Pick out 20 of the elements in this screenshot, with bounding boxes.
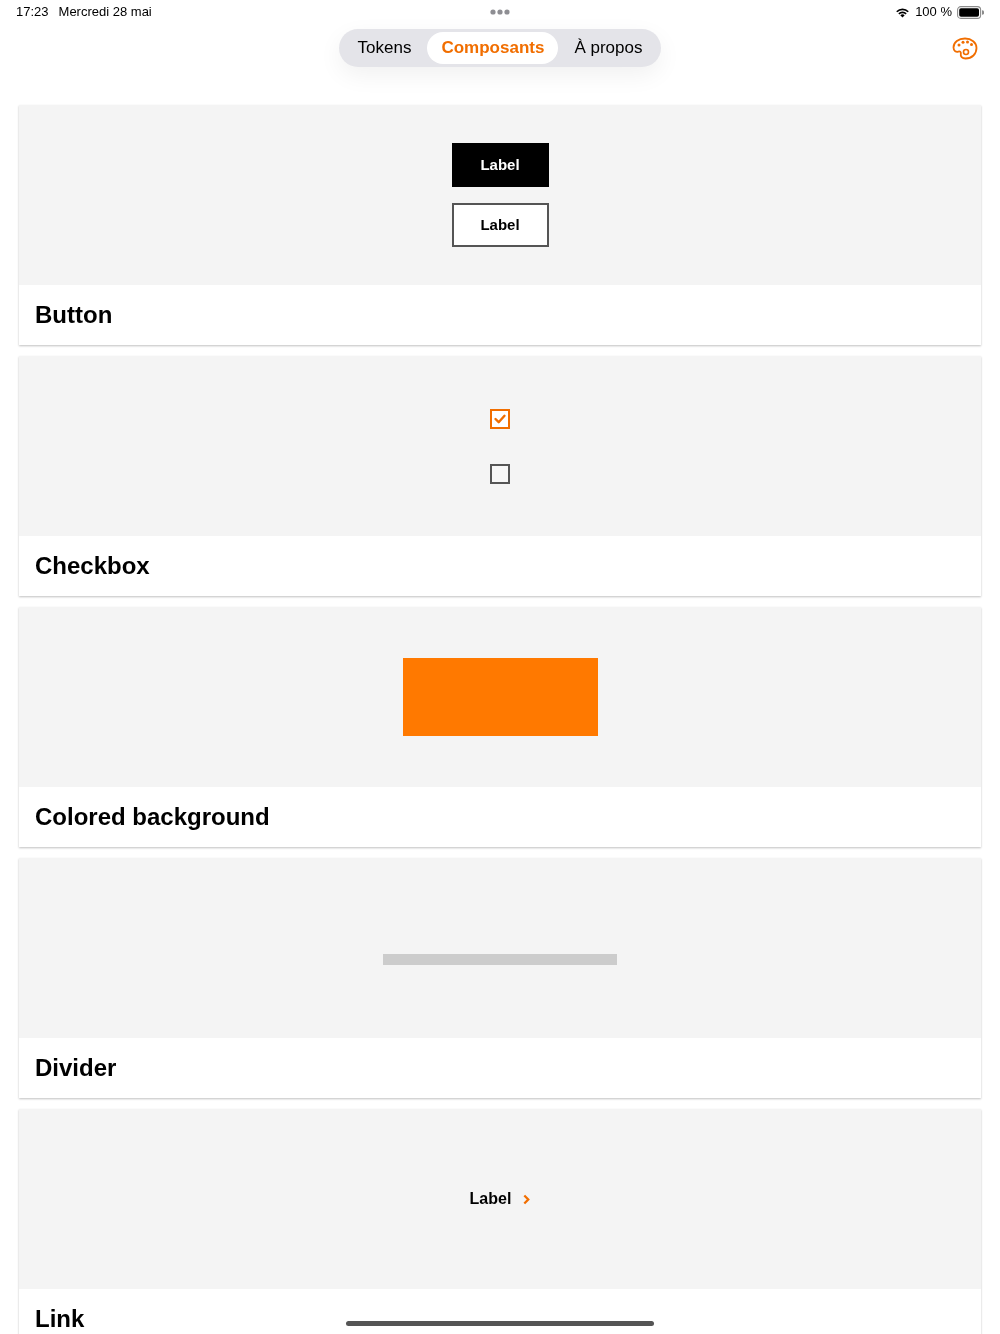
tab[interactable]: Tokens <box>341 32 428 64</box>
outlined-button[interactable]: Label <box>451 203 549 247</box>
link[interactable]: Label <box>469 1187 531 1211</box>
checkbox[interactable] <box>490 408 510 429</box>
card-title: Button <box>35 303 113 327</box>
card-title: Checkbox <box>35 554 150 578</box>
palette-icon[interactable] <box>952 36 978 60</box>
battery-icon <box>957 5 984 19</box>
card-title: Colored background <box>35 805 270 829</box>
status-date: Mercredi 28 mai <box>58 3 152 22</box>
filled-button[interactable]: Label <box>451 143 549 187</box>
wifi-icon <box>895 6 911 18</box>
tab[interactable]: À propos <box>558 32 659 64</box>
status-time: 17:23 <box>16 3 49 22</box>
card-title: Divider <box>35 1056 117 1080</box>
multitasking-dots-icon[interactable] <box>490 9 510 15</box>
card-title: Link <box>35 1307 85 1331</box>
checkbox[interactable] <box>490 463 510 484</box>
battery-percentage: 100 % <box>915 3 952 22</box>
chevron-right-icon <box>523 1193 531 1205</box>
